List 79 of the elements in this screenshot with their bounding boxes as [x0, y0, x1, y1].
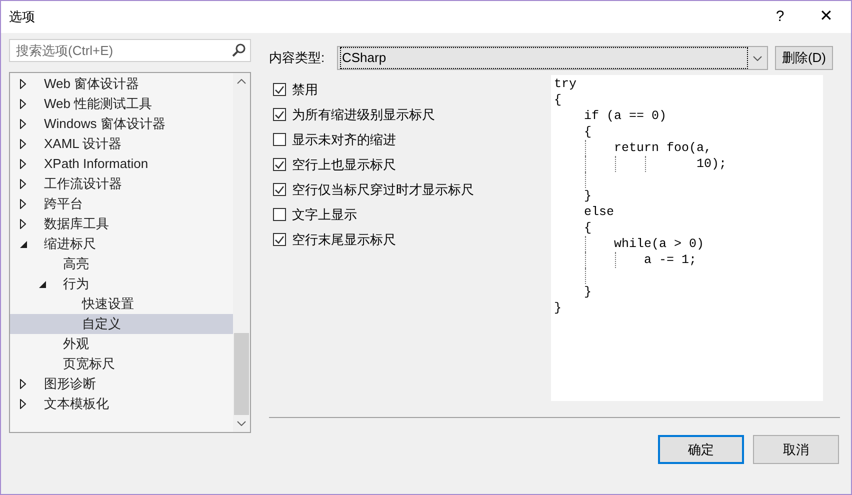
expanded-triangle-icon[interactable] [39, 280, 46, 288]
cancel-button[interactable]: 取消 [753, 435, 839, 464]
check-icon [275, 86, 284, 94]
code-line: a -= 1; [644, 252, 697, 268]
collapsed-triangle-icon[interactable] [20, 199, 26, 209]
tree-item[interactable]: 跨平台 [10, 194, 233, 214]
collapsed-triangle-icon[interactable] [20, 399, 26, 409]
collapsed-triangle-icon[interactable] [20, 99, 26, 109]
expanded-triangle-icon[interactable] [20, 240, 27, 248]
ok-button[interactable]: 确定 [658, 435, 744, 464]
tree-item[interactable]: XPath Information [10, 154, 233, 174]
collapsed-triangle-icon[interactable] [20, 159, 26, 169]
tree-item[interactable]: 页宽标尺 [10, 354, 233, 374]
dropdown-caret-icon[interactable] [753, 56, 762, 60]
tree-item[interactable]: 外观 [10, 334, 233, 354]
indent-guide [615, 156, 616, 172]
tree-item[interactable]: Windows 窗体设计器 [10, 114, 233, 134]
code-line: } [584, 284, 592, 300]
delete-button[interactable]: 删除(D) [775, 46, 833, 70]
option-label[interactable]: 空行末尾显示标尺 [292, 230, 396, 250]
help-button[interactable]: ? [757, 1, 803, 33]
check-icon [275, 186, 284, 194]
check-icon [275, 236, 284, 244]
tree-item[interactable]: 快速设置 [10, 294, 233, 314]
code-line: if (a == 0) [584, 108, 667, 124]
option-label[interactable]: 文字上显示 [292, 204, 357, 224]
collapsed-triangle-icon[interactable] [20, 119, 26, 129]
content-type-dropdown[interactable]: CSharp [337, 46, 768, 70]
content-type-label: 内容类型: [269, 49, 326, 68]
tree-item[interactable]: 高亮 [10, 254, 233, 274]
checkbox[interactable] [273, 183, 286, 196]
checkbox[interactable] [273, 108, 286, 121]
check-icon [275, 160, 284, 168]
collapsed-triangle-icon[interactable] [20, 219, 26, 229]
tree-item[interactable]: 工作流设计器 [10, 174, 233, 194]
tree-item[interactable]: 缩进标尺 [10, 234, 233, 254]
tree-item[interactable]: 自定义 [10, 314, 233, 334]
option-label[interactable]: 空行仅当标尺穿过时才显示标尺 [292, 180, 474, 200]
checkbox[interactable] [273, 133, 286, 146]
tree-item[interactable]: Web 窗体设计器 [10, 74, 233, 94]
checkbox[interactable] [273, 83, 286, 96]
close-button[interactable]: ✕ [803, 1, 849, 33]
checkbox[interactable] [273, 233, 286, 246]
code-line: } [554, 300, 562, 316]
collapsed-triangle-icon[interactable] [20, 139, 26, 149]
code-line: { [554, 92, 562, 108]
code-line: { [584, 124, 592, 140]
search-icon[interactable] [232, 43, 246, 57]
code-line: else [584, 204, 614, 220]
checkbox[interactable] [273, 208, 286, 221]
tree-item[interactable]: 图形诊断 [10, 374, 233, 394]
option-label[interactable]: 显示未对齐的缩进 [292, 130, 396, 150]
checkbox[interactable] [273, 158, 286, 171]
tree-item[interactable]: Web 性能测试工具 [10, 94, 233, 114]
collapsed-triangle-icon[interactable] [20, 179, 26, 189]
code-line: } [584, 188, 592, 204]
scroll-up-icon[interactable] [237, 79, 246, 84]
option-label[interactable]: 禁用 [292, 80, 318, 100]
option-label[interactable]: 空行上也显示标尺 [292, 154, 396, 174]
code-line: { [584, 220, 592, 236]
tree-item[interactable]: 行为 [10, 274, 233, 294]
collapsed-triangle-icon[interactable] [20, 79, 26, 89]
window-title: 选项 [9, 8, 35, 26]
search-field[interactable]: 搜索选项(Ctrl+E) [9, 39, 251, 62]
scrollbar[interactable] [233, 73, 250, 432]
code-line: try [554, 76, 577, 92]
tree-item[interactable]: XAML 设计器 [10, 134, 233, 154]
check-icon [275, 110, 284, 118]
code-line: while(a > 0) [614, 236, 704, 252]
indent-guide [645, 156, 646, 172]
indent-guide [615, 252, 616, 268]
scroll-thumb[interactable] [234, 333, 249, 415]
option-label[interactable]: 为所有缩进级别显示标尺 [292, 104, 435, 124]
code-line: 10); [696, 156, 727, 172]
tree-item[interactable]: 文本模板化 [10, 394, 233, 414]
scroll-down-icon[interactable] [237, 421, 246, 426]
collapsed-triangle-icon[interactable] [20, 379, 26, 389]
tree-item[interactable]: 数据库工具 [10, 214, 233, 234]
code-line: return foo(a, [614, 140, 712, 156]
